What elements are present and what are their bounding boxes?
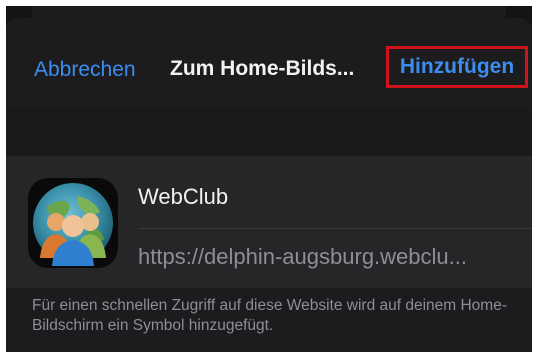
- divider: [138, 228, 532, 229]
- app-preview-card: WebClub https://delphin-augsburg.webclu.…: [6, 156, 532, 288]
- page-title: Zum Home-Bilds...: [170, 57, 355, 80]
- app-url: https://delphin-augsburg.webclu...: [138, 244, 467, 269]
- add-button-label: Hinzufügen: [399, 55, 515, 78]
- navigation-bar: Abbrechen Zum Home-Bilds... Hinzufügen: [6, 18, 532, 108]
- sheet: Abbrechen Zum Home-Bilds... Hinzufügen W…: [6, 18, 532, 352]
- webclub-people-globe-icon: [28, 178, 118, 268]
- cancel-button[interactable]: Abbrechen: [34, 58, 136, 82]
- add-to-home-screen-dialog: Abbrechen Zum Home-Bilds... Hinzufügen W…: [6, 6, 532, 352]
- app-name-field[interactable]: WebClub: [138, 184, 228, 210]
- section-spacer: [6, 108, 532, 156]
- info-footnote: Für einen schnellen Zugriff auf diese We…: [32, 297, 507, 334]
- add-button[interactable]: Hinzufügen: [386, 46, 528, 88]
